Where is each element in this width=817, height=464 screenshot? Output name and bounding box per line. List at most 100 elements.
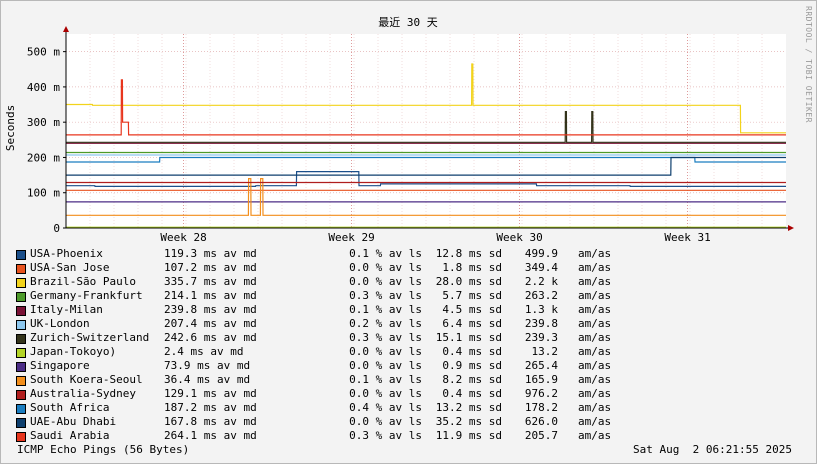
y-ticks: 0 100 m 200 m 300 m 400 m 500 m bbox=[27, 46, 66, 235]
legend-sd: 13.2 ms sd bbox=[435, 401, 502, 414]
legend-loss: 0.3 % av ls bbox=[349, 429, 422, 442]
legend-amas-unit: am/as bbox=[578, 387, 612, 400]
legend-amas: 349.4 bbox=[524, 261, 558, 274]
legend-loss: 0.0 % av ls bbox=[349, 415, 422, 428]
legend-avg: 264.1 ms av md bbox=[164, 429, 257, 442]
legend-swatch bbox=[16, 334, 26, 344]
legend-sd: 28.0 ms sd bbox=[435, 275, 502, 288]
legend-avg: 2.4 ms av md bbox=[164, 345, 244, 358]
legend-sd: 0.4 ms sd bbox=[442, 387, 502, 400]
legend-amas: 976.2 bbox=[524, 387, 558, 400]
legend-sd: 5.7 ms sd bbox=[442, 289, 502, 302]
legend-avg: 107.2 ms av md bbox=[164, 261, 257, 274]
legend-swatch bbox=[16, 376, 26, 386]
legend-avg: 167.8 ms av md bbox=[164, 415, 257, 428]
legend-amas: 626.0 bbox=[524, 415, 558, 428]
legend-name: Australia-Sydney bbox=[30, 387, 136, 400]
legend-swatch bbox=[16, 320, 26, 330]
legend-swatch bbox=[16, 264, 26, 274]
legend-avg: 119.3 ms av md bbox=[164, 247, 257, 260]
legend-amas-unit: am/as bbox=[578, 415, 612, 428]
legend-amas: 2.2 k bbox=[524, 275, 558, 288]
legend-name: USA-San Jose bbox=[30, 261, 110, 274]
legend-sd: 0.4 ms sd bbox=[442, 345, 502, 358]
legend-name: Germany-Frankfurt bbox=[30, 289, 143, 302]
legend-sd: 15.1 ms sd bbox=[435, 331, 502, 344]
chart-title: 最近 30 天 bbox=[378, 16, 438, 29]
legend-loss: 0.2 % av ls bbox=[349, 317, 422, 330]
legend-name: Saudi Arabia bbox=[30, 429, 110, 442]
legend-avg: 242.6 ms av md bbox=[164, 331, 257, 344]
legend-amas-unit: am/as bbox=[578, 289, 612, 302]
legend-sd: 35.2 ms sd bbox=[435, 415, 502, 428]
legend-name: Singapore bbox=[30, 359, 90, 372]
legend-amas-unit: am/as bbox=[578, 303, 612, 316]
legend-avg: 214.1 ms av md bbox=[164, 289, 257, 302]
x-tick-label: Week 30 bbox=[496, 231, 542, 244]
legend-swatch bbox=[16, 348, 26, 358]
rrdtool-watermark: RRDTOOL / TOBI OETIKER bbox=[804, 6, 813, 123]
legend-sd: 8.2 ms sd bbox=[442, 373, 502, 386]
legend-amas: 499.9 bbox=[524, 247, 558, 260]
legend-name: UAE-Abu Dhabi bbox=[30, 415, 117, 428]
legend-amas: 165.9 bbox=[524, 373, 558, 386]
legend-name: Brazil-São Paulo bbox=[30, 275, 136, 288]
legend-amas: 178.2 bbox=[524, 401, 558, 414]
legend-loss: 0.0 % av ls bbox=[349, 359, 422, 372]
legend-amas: 239.3 bbox=[524, 331, 558, 344]
legend-amas: 1.3 k bbox=[524, 303, 558, 316]
legend-avg: 239.8 ms av md bbox=[164, 303, 257, 316]
legend-loss: 0.4 % av ls bbox=[349, 401, 422, 414]
legend-loss: 0.0 % av ls bbox=[349, 345, 422, 358]
legend-name: USA-Phoenix bbox=[30, 247, 103, 260]
legend-loss: 0.0 % av ls bbox=[349, 387, 422, 400]
legend-amas-unit: am/as bbox=[578, 261, 612, 274]
y-tick-label: 0 bbox=[53, 222, 60, 235]
legend-avg: 207.4 ms av md bbox=[164, 317, 257, 330]
legend-amas-unit: am/as bbox=[578, 401, 612, 414]
legend-loss: 0.0 % av ls bbox=[349, 275, 422, 288]
legend-avg: 36.4 ms av md bbox=[164, 373, 251, 386]
legend-amas: 13.2 bbox=[531, 345, 559, 358]
legend-amas-unit: am/as bbox=[578, 317, 612, 330]
legend-swatch bbox=[16, 306, 26, 316]
legend-name: South Koera-Seoul bbox=[30, 373, 143, 386]
x-tick-label: Week 28 bbox=[160, 231, 206, 244]
legend-swatch bbox=[16, 418, 26, 428]
legend-amas-unit: am/as bbox=[578, 345, 612, 358]
y-axis-label: Seconds bbox=[4, 105, 17, 151]
legend-amas-unit: am/as bbox=[578, 247, 612, 260]
legend-loss: 0.0 % av ls bbox=[349, 261, 422, 274]
x-tick-label: Week 29 bbox=[328, 231, 374, 244]
legend-sd: 4.5 ms sd bbox=[442, 303, 502, 316]
legend-name: South Africa bbox=[30, 401, 110, 414]
footer-description: ICMP Echo Pings (56 Bytes) bbox=[17, 443, 190, 456]
y-tick-label: 500 m bbox=[27, 46, 60, 59]
legend-name: Japan-Tokoyo) bbox=[30, 345, 117, 358]
legend-avg: 187.2 ms av md bbox=[164, 401, 257, 414]
legend-amas-unit: am/as bbox=[578, 429, 612, 442]
x-axis-arrow bbox=[788, 225, 794, 231]
x-ticks: Week 28 Week 29 Week 30 Week 31 bbox=[160, 231, 710, 244]
legend-amas: 205.7 bbox=[524, 429, 558, 442]
legend-amas-unit: am/as bbox=[578, 275, 612, 288]
y-tick-label: 200 m bbox=[27, 151, 60, 164]
legend-swatch bbox=[16, 390, 26, 400]
legend-swatch bbox=[16, 278, 26, 288]
legend-loss: 0.3 % av ls bbox=[349, 331, 422, 344]
legend-avg: 129.1 ms av md bbox=[164, 387, 257, 400]
legend-loss: 0.1 % av ls bbox=[349, 373, 422, 386]
x-tick-label: Week 31 bbox=[664, 231, 710, 244]
legend-name: Zurich-Switzerland bbox=[30, 331, 150, 344]
legend-swatch bbox=[16, 404, 26, 414]
y-tick-label: 100 m bbox=[27, 187, 60, 200]
legend-avg: 335.7 ms av md bbox=[164, 275, 257, 288]
legend-name: Italy-Milan bbox=[30, 303, 103, 316]
y-tick-label: 300 m bbox=[27, 116, 60, 129]
legend-sd: 6.4 ms sd bbox=[442, 317, 502, 330]
legend-loss: 0.1 % av ls bbox=[349, 247, 422, 260]
legend-sd: 12.8 ms sd bbox=[435, 247, 502, 260]
legend-swatch bbox=[16, 362, 26, 372]
legend-sd: 1.8 ms sd bbox=[442, 261, 502, 274]
y-tick-label: 400 m bbox=[27, 81, 60, 94]
